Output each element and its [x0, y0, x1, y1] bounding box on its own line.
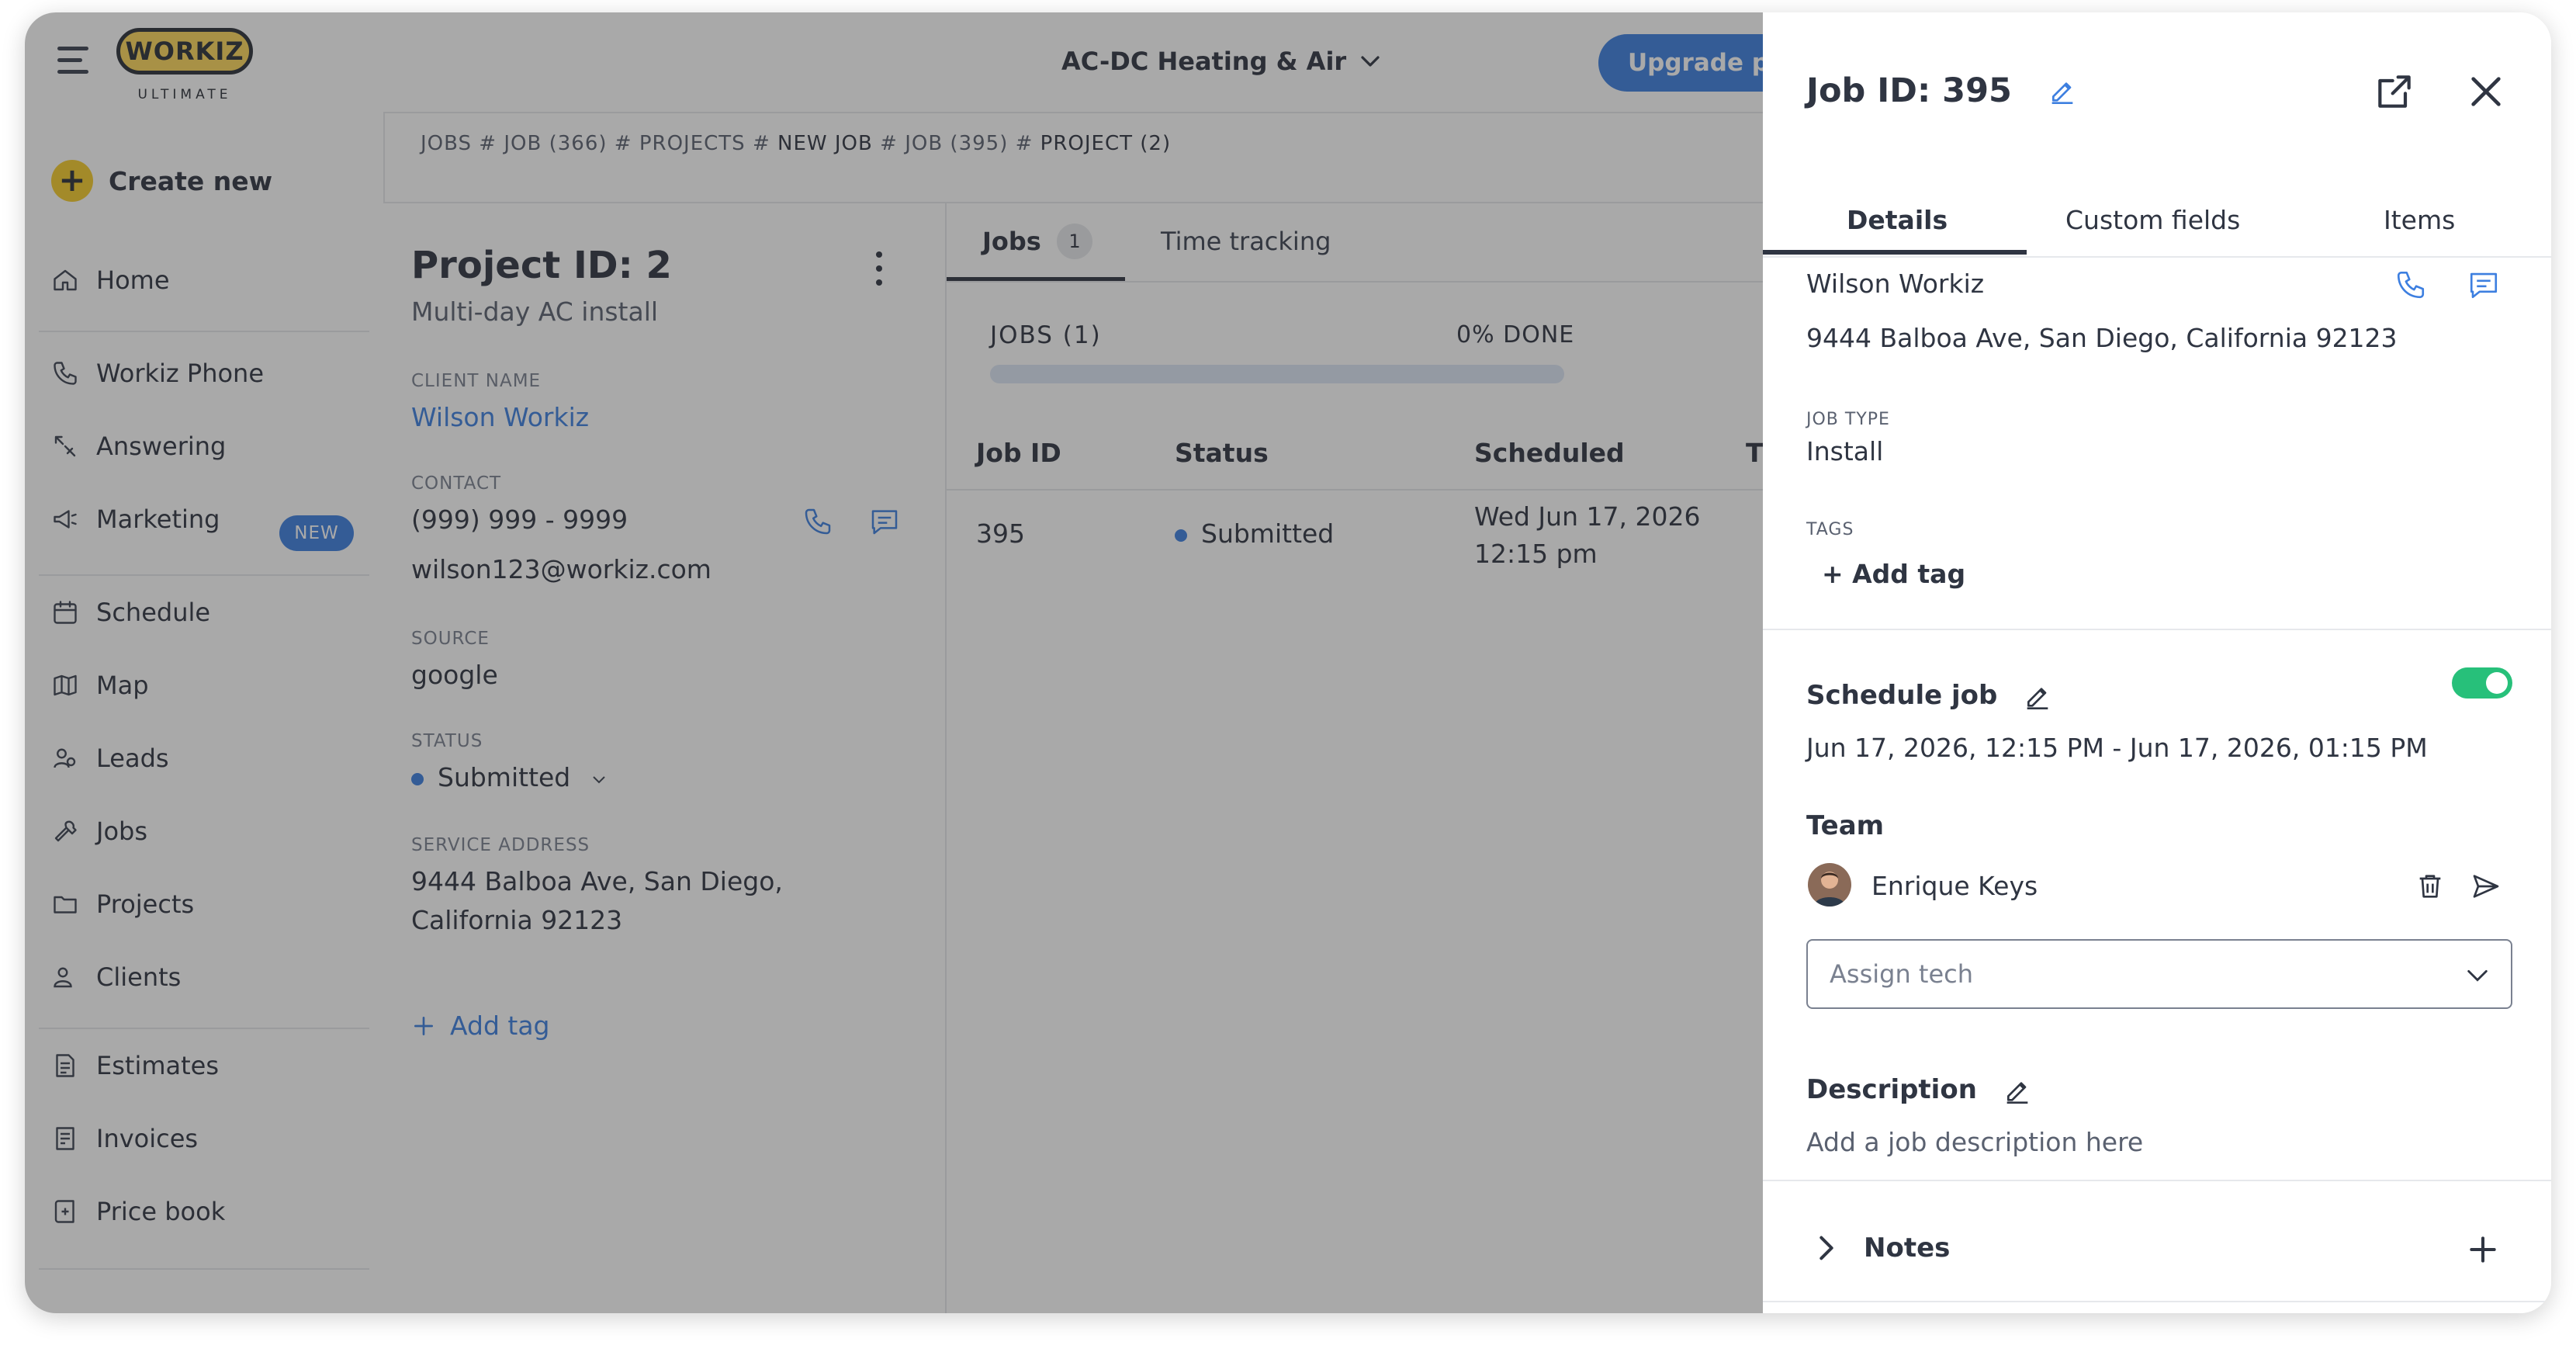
- send-icon[interactable]: [2470, 871, 2502, 902]
- schedule-toggle[interactable]: [2452, 667, 2512, 699]
- app-window: WORKIZ ULTIMATE AC-DC Heating & Air Upgr…: [25, 12, 2551, 1313]
- plus-icon[interactable]: [2466, 1232, 2500, 1267]
- avatar: [1808, 863, 1851, 907]
- active-tab-indicator: [1763, 250, 2027, 255]
- job-details-drawer: Job ID: 395 Details Custom fields Items …: [1763, 12, 2551, 1313]
- open-external-icon[interactable]: [2373, 70, 2416, 113]
- client-name: Wilson Workiz: [1806, 269, 1985, 299]
- notes-label: Notes: [1864, 1232, 1951, 1264]
- tab-details[interactable]: Details: [1847, 205, 1948, 235]
- job-type-value: Install: [1806, 436, 1884, 466]
- assign-tech-placeholder: Assign tech: [1830, 959, 1973, 989]
- edit-icon[interactable]: [2022, 680, 2053, 711]
- description-placeholder[interactable]: Add a job description here: [1806, 1127, 2143, 1157]
- add-tag-button[interactable]: + Add tag: [1822, 559, 1965, 589]
- tab-items[interactable]: Items: [2384, 205, 2455, 235]
- trash-icon[interactable]: [2415, 871, 2446, 902]
- section-divider: [1763, 1301, 2551, 1302]
- section-divider: [1763, 1180, 2551, 1181]
- message-icon[interactable]: [2467, 269, 2500, 301]
- tab-custom-fields[interactable]: Custom fields: [2065, 205, 2240, 235]
- chevron-down-icon: [2467, 969, 2488, 982]
- chevron-right-icon[interactable]: [1811, 1232, 1842, 1264]
- team-label: Team: [1806, 810, 1885, 841]
- assign-tech-select[interactable]: Assign tech: [1806, 939, 2512, 1009]
- main-app: WORKIZ ULTIMATE AC-DC Heating & Air Upgr…: [25, 12, 1831, 1313]
- description-label: Description: [1806, 1074, 1977, 1105]
- edit-icon[interactable]: [2047, 75, 2078, 106]
- modal-backdrop[interactable]: [25, 12, 1763, 1313]
- edit-icon[interactable]: [2002, 1074, 2033, 1105]
- team-member-name: Enrique Keys: [1871, 871, 2038, 901]
- schedule-range: Jun 17, 2026, 12:15 PM - Jun 17, 2026, 0…: [1806, 733, 2428, 763]
- close-icon[interactable]: [2464, 70, 2508, 113]
- tags-label: TAGS: [1806, 520, 1854, 539]
- job-type-label: JOB TYPE: [1806, 410, 1890, 429]
- drawer-title: Job ID: 395: [1806, 71, 2012, 110]
- drawer-tabs: Details Custom fields Items: [1763, 191, 2551, 258]
- section-divider: [1763, 629, 2551, 630]
- client-address: 9444 Balboa Ave, San Diego, California 9…: [1806, 323, 2398, 353]
- schedule-job-label: Schedule job: [1806, 680, 1998, 711]
- phone-icon[interactable]: [2394, 269, 2427, 301]
